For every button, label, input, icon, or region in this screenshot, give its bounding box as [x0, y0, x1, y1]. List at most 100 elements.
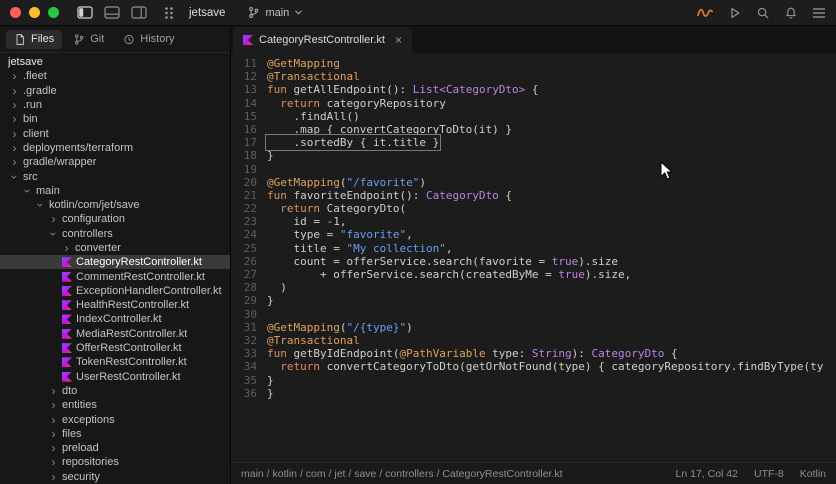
line-number[interactable]: 24 — [231, 228, 267, 241]
folder-tree-item[interactable]: ›entities — [0, 398, 230, 412]
line-number[interactable]: 14 — [231, 97, 267, 110]
code-area[interactable]: 11@GetMapping12@Transactional13fun getAl… — [231, 53, 836, 462]
code-line[interactable]: 18} — [231, 149, 836, 162]
line-number[interactable]: 17 — [231, 136, 267, 149]
chevron-right-icon[interactable]: › — [10, 156, 19, 168]
chevron-right-icon[interactable]: › — [49, 399, 58, 411]
folder-tree-item[interactable]: ›client — [0, 126, 230, 140]
line-number[interactable]: 26 — [231, 255, 267, 268]
line-number[interactable]: 11 — [231, 57, 267, 70]
folder-tree-item[interactable]: ›exceptions — [0, 412, 230, 426]
line-number[interactable]: 12 — [231, 70, 267, 83]
folder-tree-item[interactable]: ›.fleet — [0, 69, 230, 83]
line-number[interactable]: 31 — [231, 321, 267, 334]
line-number[interactable]: 18 — [231, 149, 267, 162]
folder-tree-item[interactable]: ›security — [0, 470, 230, 484]
chevron-right-icon[interactable]: › — [10, 99, 19, 111]
line-number[interactable]: 25 — [231, 242, 267, 255]
folder-tree-item[interactable]: ›configuration — [0, 212, 230, 226]
chevron-down-icon[interactable]: › — [9, 172, 21, 181]
folder-tree-item[interactable]: ›dto — [0, 384, 230, 398]
chevron-down-icon[interactable]: › — [48, 229, 60, 238]
folder-tree-item[interactable]: ›converter — [0, 241, 230, 255]
code-line[interactable]: 29} — [231, 294, 836, 307]
code-line[interactable]: 35} — [231, 374, 836, 387]
code-line[interactable]: 11@GetMapping — [231, 57, 836, 70]
folder-tree-item[interactable]: jetsave — [0, 55, 230, 69]
code-line[interactable]: 25 title = "My collection", — [231, 242, 836, 255]
workspace-grid-icon[interactable] — [163, 6, 175, 20]
code-line[interactable]: 30 — [231, 308, 836, 321]
code-line[interactable]: 13fun getAllEndpoint(): List<CategoryDto… — [231, 83, 836, 96]
folder-tree-item[interactable]: ›bin — [0, 112, 230, 126]
line-number[interactable]: 22 — [231, 202, 267, 215]
line-number[interactable]: 33 — [231, 347, 267, 360]
file-tree-item[interactable]: ExceptionHandlerController.kt — [0, 284, 230, 298]
editor-tab-active[interactable]: CategoryRestController.kt × — [233, 27, 412, 53]
line-number[interactable]: 19 — [231, 163, 267, 176]
file-language[interactable]: Kotlin — [800, 468, 826, 480]
line-number[interactable]: 32 — [231, 334, 267, 347]
file-tree-item[interactable]: IndexController.kt — [0, 312, 230, 326]
minimize-window-button[interactable] — [29, 7, 40, 18]
code-line[interactable]: 14 return categoryRepository — [231, 97, 836, 110]
folder-tree-item[interactable]: ›.gradle — [0, 84, 230, 98]
code-line[interactable]: 33fun getByIdEndpoint(@PathVariable type… — [231, 347, 836, 360]
file-tree-item[interactable]: OfferRestController.kt — [0, 341, 230, 355]
chevron-down-icon[interactable]: › — [35, 201, 47, 210]
code-line[interactable]: 27 + offerService.search(createdByMe = t… — [231, 268, 836, 281]
project-name[interactable]: jetsave — [189, 7, 225, 19]
chevron-right-icon[interactable]: › — [49, 442, 58, 454]
toggle-left-panel-icon[interactable] — [77, 6, 93, 19]
folder-tree-item[interactable]: ›kotlin/com/jet/save — [0, 198, 230, 212]
line-number[interactable]: 21 — [231, 189, 267, 202]
code-line[interactable]: 19 — [231, 163, 836, 176]
file-tree-item[interactable]: CommentRestController.kt — [0, 269, 230, 283]
file-tree-item[interactable]: MediaRestController.kt — [0, 327, 230, 341]
code-line[interactable]: 15 .findAll() — [231, 110, 836, 123]
file-tree-item[interactable]: TokenRestController.kt — [0, 355, 230, 369]
menu-icon[interactable] — [812, 7, 826, 19]
folder-tree-item[interactable]: ›deployments/terraform — [0, 141, 230, 155]
folder-tree-item[interactable]: ›.run — [0, 98, 230, 112]
code-line[interactable]: 12@Transactional — [231, 70, 836, 83]
zoom-window-button[interactable] — [48, 7, 59, 18]
chevron-right-icon[interactable]: › — [10, 128, 19, 140]
folder-tree-item[interactable]: ›gradle/wrapper — [0, 155, 230, 169]
folder-tree-item[interactable]: ›src — [0, 169, 230, 183]
line-number[interactable]: 20 — [231, 176, 267, 189]
line-number[interactable]: 23 — [231, 215, 267, 228]
code-line[interactable]: 32@Transactional — [231, 334, 836, 347]
line-number[interactable]: 30 — [231, 308, 267, 321]
line-number[interactable]: 29 — [231, 294, 267, 307]
line-number[interactable]: 27 — [231, 268, 267, 281]
chevron-right-icon[interactable]: › — [62, 242, 71, 254]
folder-tree-item[interactable]: ›controllers — [0, 227, 230, 241]
folder-tree-item[interactable]: ›repositories — [0, 455, 230, 469]
chevron-right-icon[interactable]: › — [49, 213, 58, 225]
code-line[interactable]: 20@GetMapping("/favorite") — [231, 176, 836, 189]
close-tab-icon[interactable]: × — [395, 33, 402, 47]
code-line[interactable]: 21fun favoriteEndpoint(): CategoryDto { — [231, 189, 836, 202]
code-line[interactable]: 17 .sortedBy { it.title } — [231, 136, 836, 149]
line-number[interactable]: 35 — [231, 374, 267, 387]
chevron-right-icon[interactable]: › — [10, 70, 19, 82]
code-line[interactable]: 26 count = offerService.search(favorite … — [231, 255, 836, 268]
toggle-bottom-panel-icon[interactable] — [104, 6, 120, 19]
chevron-right-icon[interactable]: › — [10, 142, 19, 154]
tab-files[interactable]: Files — [6, 30, 62, 49]
chevron-right-icon[interactable]: › — [49, 471, 58, 483]
caret-position[interactable]: Ln 17, Col 42 — [676, 468, 738, 480]
chevron-right-icon[interactable]: › — [49, 456, 58, 468]
file-tree-item[interactable]: CategoryRestController.kt — [0, 255, 230, 269]
chevron-right-icon[interactable]: › — [10, 113, 19, 125]
folder-tree-item[interactable]: ›preload — [0, 441, 230, 455]
code-line[interactable]: 16 .map { convertCategoryToDto(it) } — [231, 123, 836, 136]
file-tree-item[interactable]: HealthRestController.kt — [0, 298, 230, 312]
breadcrumb[interactable]: main / kotlin / com / jet / save / contr… — [241, 468, 676, 480]
run-icon[interactable] — [728, 6, 742, 20]
smart-mode-squiggle-icon[interactable] — [696, 5, 714, 20]
line-number[interactable]: 34 — [231, 360, 267, 373]
line-number[interactable]: 13 — [231, 83, 267, 96]
branch-selector[interactable]: main — [247, 6, 303, 19]
